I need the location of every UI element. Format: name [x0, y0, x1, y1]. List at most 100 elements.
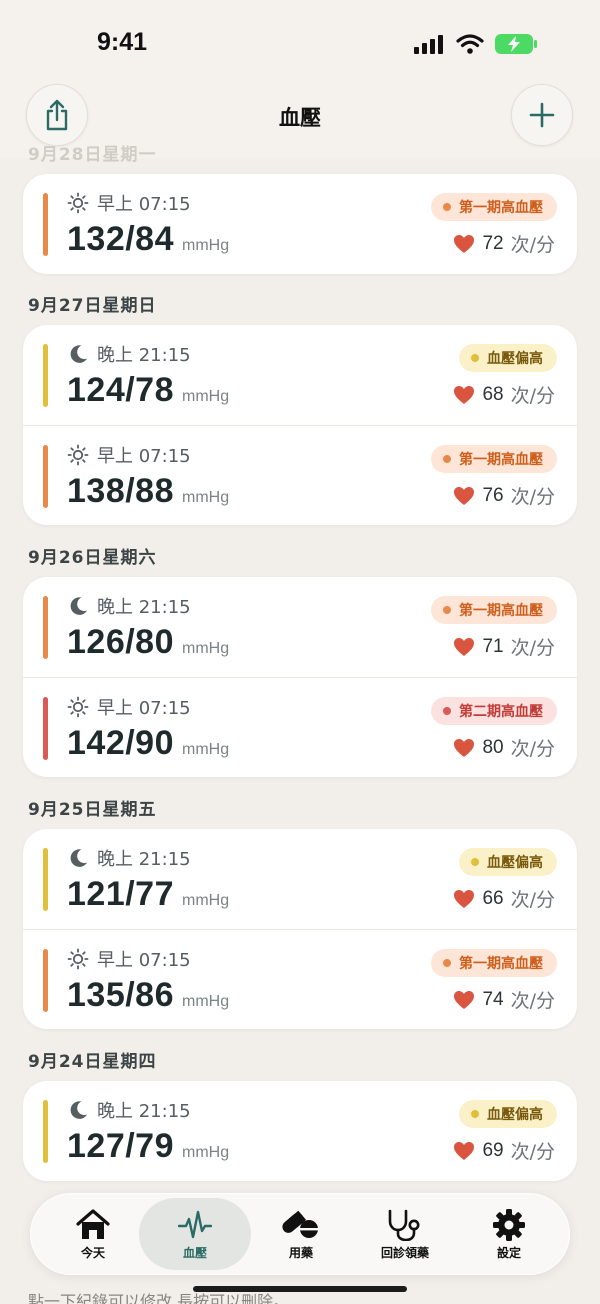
pulse-unit: 次/分 — [510, 990, 555, 1012]
pulse-unit: 次/分 — [510, 486, 555, 508]
moon-icon — [67, 847, 89, 869]
reading-row[interactable]: 早上 07:15 142/90 mmHg 第二期高血壓 80 次/分 — [23, 677, 577, 777]
home-indicator — [193, 1286, 407, 1292]
bp-unit: mmHg — [182, 741, 230, 758]
pulse-value: 69 — [482, 1139, 504, 1161]
bp-reading: 121/77 mmHg — [67, 875, 229, 914]
tab-pulse-wave[interactable]: 血壓 — [139, 1198, 251, 1270]
tab-label: 今天 — [80, 1245, 105, 1260]
pulse-reading: 72 次/分 — [453, 230, 555, 257]
pulse-wave-icon — [178, 1208, 212, 1242]
bp-reading: 124/78 mmHg — [67, 371, 229, 410]
bp-reading: 132/84 mmHg — [67, 220, 229, 259]
pulse-reading: 66 次/分 — [453, 885, 555, 912]
tab-gear[interactable]: 設定 — [453, 1198, 565, 1270]
bp-value: 132/84 — [67, 220, 174, 258]
status-badge: 血壓偏高 — [459, 848, 557, 876]
bp-reading: 138/88 mmHg — [67, 472, 229, 511]
bp-value: 135/86 — [67, 976, 174, 1014]
reading-period: 晚上 21:15 — [67, 1097, 191, 1123]
bp-unit: mmHg — [182, 489, 230, 506]
status-badge: 血壓偏高 — [459, 344, 557, 372]
bp-value: 126/80 — [67, 623, 174, 661]
heart-icon — [453, 234, 475, 254]
status-dot — [471, 354, 479, 362]
pulse-reading: 69 次/分 — [453, 1137, 555, 1164]
pulse-unit: 次/分 — [510, 738, 555, 760]
pulse-reading: 76 次/分 — [453, 482, 555, 509]
tab-pills[interactable]: 用藥 — [245, 1198, 357, 1270]
status-dot — [443, 707, 451, 715]
pulse-value: 68 — [482, 383, 504, 405]
reading-row[interactable]: 早上 07:15 135/86 mmHg 第一期高血壓 74 次/分 — [23, 929, 577, 1029]
status-bar: 9:41 — [0, 0, 600, 88]
reading-row[interactable]: 早上 07:15 138/88 mmHg 第一期高血壓 76 次/分 — [23, 425, 577, 525]
status-dot — [471, 858, 479, 866]
bp-reading: 127/79 mmHg — [67, 1127, 229, 1166]
pulse-reading: 74 次/分 — [453, 986, 555, 1013]
home-icon — [75, 1208, 111, 1242]
status-dot — [443, 455, 451, 463]
pulse-unit: 次/分 — [510, 637, 555, 659]
bp-reading: 135/86 mmHg — [67, 976, 229, 1015]
status-badge: 第一期高血壓 — [431, 193, 557, 221]
reading-row[interactable]: 晚上 21:15 127/79 mmHg 血壓偏高 69 次/分 — [23, 1081, 577, 1181]
status-dot — [443, 959, 451, 967]
reading-row[interactable]: 晚上 21:15 124/78 mmHg 血壓偏高 68 次/分 — [23, 325, 577, 425]
reading-row[interactable]: 晚上 21:15 121/77 mmHg 血壓偏高 66 次/分 — [23, 829, 577, 929]
pulse-value: 74 — [482, 988, 504, 1010]
status-badge: 第一期高血壓 — [431, 445, 557, 473]
pulse-value: 80 — [482, 736, 504, 758]
heart-icon — [453, 637, 475, 657]
sun-icon — [67, 948, 89, 970]
reading-period: 早上 07:15 — [67, 946, 191, 972]
level-bar — [43, 445, 48, 508]
status-label: 第一期高血壓 — [459, 956, 543, 972]
reading-period: 晚上 21:15 — [67, 341, 191, 367]
add-reading-button[interactable] — [511, 84, 573, 146]
period-label: 早上 07:15 — [97, 446, 191, 467]
status-label: 第一期高血壓 — [459, 452, 543, 468]
reading-card: 晚上 21:15 126/80 mmHg 第一期高血壓 71 次/分 早上 07:15 142… — [23, 577, 577, 777]
sun-icon — [67, 696, 89, 718]
level-bar — [43, 596, 48, 659]
tab-bar: 今天 血壓 用藥 回診領藥 設定 — [30, 1193, 570, 1275]
pulse-reading: 71 次/分 — [453, 633, 555, 660]
bp-value: 138/88 — [67, 472, 174, 510]
reading-row[interactable]: 早上 07:15 132/84 mmHg 第一期高血壓 72 次/分 — [23, 174, 577, 274]
tab-stethoscope[interactable]: 回診領藥 — [349, 1198, 461, 1270]
status-label: 第二期高血壓 — [459, 704, 543, 720]
heart-icon — [453, 486, 475, 506]
pulse-unit: 次/分 — [510, 1141, 555, 1163]
reading-row[interactable]: 晚上 21:15 126/80 mmHg 第一期高血壓 71 次/分 — [23, 577, 577, 677]
plus-icon — [529, 102, 555, 128]
tab-label: 血壓 — [182, 1245, 207, 1260]
status-dot — [443, 203, 451, 211]
status-label: 第一期高血壓 — [459, 603, 543, 619]
pulse-reading: 68 次/分 — [453, 381, 555, 408]
reading-period: 早上 07:15 — [67, 442, 191, 468]
bp-value: 127/79 — [67, 1127, 174, 1165]
status-label: 第一期高血壓 — [459, 200, 543, 216]
pulse-unit: 次/分 — [510, 234, 555, 256]
period-label: 晚上 21:15 — [97, 849, 191, 870]
bp-value: 142/90 — [67, 724, 174, 762]
bp-unit: mmHg — [182, 892, 230, 909]
tab-home[interactable]: 今天 — [37, 1198, 149, 1270]
reading-card: 早上 07:15 132/84 mmHg 第一期高血壓 72 次/分 — [23, 174, 577, 274]
level-bar — [43, 949, 48, 1012]
bp-unit: mmHg — [182, 993, 230, 1010]
status-dot — [471, 1110, 479, 1118]
pulse-value: 71 — [482, 635, 504, 657]
tab-label: 回診領藥 — [380, 1245, 429, 1260]
signal-icon — [414, 35, 443, 54]
pulse-unit: 次/分 — [510, 385, 555, 407]
heart-icon — [453, 738, 475, 758]
status-label: 血壓偏高 — [487, 1107, 543, 1123]
tab-label: 設定 — [496, 1245, 521, 1260]
period-label: 晚上 21:15 — [97, 345, 191, 366]
reading-card: 晚上 21:15 124/78 mmHg 血壓偏高 68 次/分 早上 07:15 138/8… — [23, 325, 577, 525]
reading-card: 晚上 21:15 121/77 mmHg 血壓偏高 66 次/分早上 07:15 135/8… — [23, 829, 577, 1029]
period-label: 晚上 21:15 — [97, 597, 191, 618]
level-bar — [43, 848, 48, 911]
